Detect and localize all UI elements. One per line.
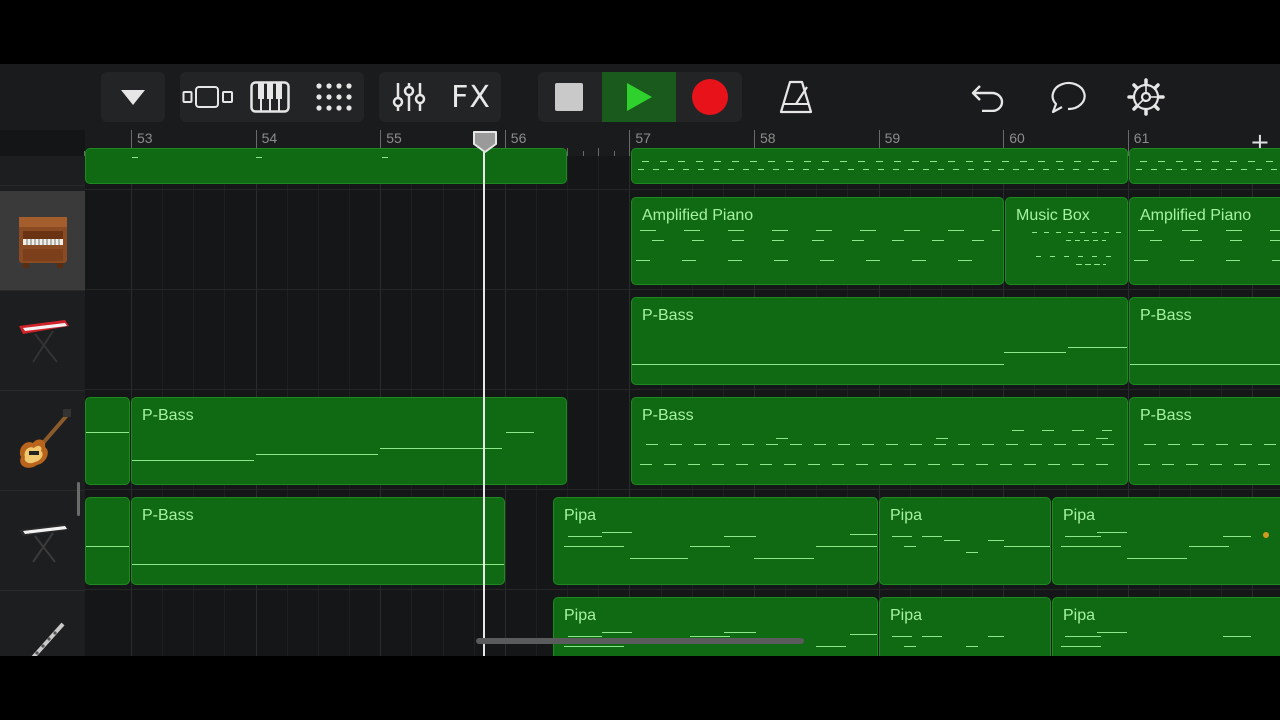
region-label: P-Bass [642, 307, 694, 324]
bar-number-label: 56 [510, 130, 527, 146]
region-label: Amplified Piano [642, 207, 754, 224]
metronome-icon[interactable] [770, 72, 822, 122]
bar-number-label: 57 [635, 130, 651, 146]
region-p-bass-row4[interactable]: P-Bass [131, 497, 505, 585]
region-pipa-row5-b[interactable]: Pipa [879, 597, 1051, 656]
view-button-group [180, 72, 364, 122]
grid-icon[interactable] [304, 72, 364, 122]
region-pipa-row4-b[interactable]: Pipa [879, 497, 1051, 585]
bar-number-label: 58 [760, 130, 776, 146]
tracks-view-icon[interactable] [180, 72, 240, 122]
play-icon[interactable] [602, 72, 676, 122]
region-label: Amplified Piano [1140, 207, 1252, 224]
letterbox-top [0, 0, 1280, 64]
bar-number-label: 60 [1009, 130, 1025, 146]
loop-icon[interactable] [1042, 72, 1094, 122]
region-label: Pipa [1063, 507, 1096, 524]
flute-icon [30, 622, 64, 656]
mix-button-group: FX [379, 72, 501, 122]
upright-piano-icon [18, 216, 67, 268]
region-top-right[interactable] [1129, 148, 1280, 184]
beat-tick [598, 148, 600, 156]
playhead-handle[interactable] [472, 130, 498, 159]
transport-controls [538, 72, 742, 122]
track-header-electric-bass[interactable] [0, 391, 85, 491]
region-music-box[interactable]: Music Box [1005, 197, 1128, 285]
region-label: Music Box [1016, 207, 1090, 224]
region-keys-fragment[interactable] [85, 497, 130, 585]
region-amplified-piano-2[interactable]: Amplified Piano [1129, 197, 1280, 285]
region-label: Pipa [564, 607, 597, 624]
record-icon[interactable] [678, 72, 742, 122]
triangle-down-icon [101, 72, 165, 122]
horizontal-scrollbar[interactable] [476, 638, 804, 644]
garageband-tracks-view: FX 53 54 55 56 57 58 59 60 61 + Amplifie… [0, 64, 1280, 656]
stand-keyboard-icon [18, 523, 69, 563]
regions-lane-area: Amplified Piano Music Box Amplified Pian… [85, 148, 1280, 656]
settings-icon[interactable] [1120, 72, 1172, 122]
track-header-red-keyboard[interactable] [0, 291, 85, 391]
track-header-flute[interactable] [0, 591, 85, 656]
bar-number-label: 59 [884, 130, 901, 146]
keyboard-icon[interactable] [242, 72, 298, 122]
stop-icon[interactable] [538, 72, 600, 122]
track-header-synth[interactable] [0, 86, 85, 186]
region-label: P-Bass [142, 407, 194, 424]
marker-dot [1263, 532, 1269, 538]
track-header-stand-keyboard[interactable] [0, 491, 85, 591]
region-label: Pipa [890, 507, 923, 524]
mixer-icon[interactable] [379, 72, 439, 122]
region-p-bass-row2-b[interactable]: P-Bass [1129, 297, 1280, 385]
beat-tick [567, 148, 569, 156]
region-pipa-row5-a[interactable]: Pipa [553, 597, 878, 656]
bar-number-label: 55 [386, 130, 402, 146]
region-p-bass-row3-c[interactable]: P-Bass [1129, 397, 1280, 485]
region-pipa-row4-a[interactable]: Pipa [553, 497, 878, 585]
bar-number-label: 54 [261, 130, 278, 146]
region-label: Pipa [890, 607, 923, 624]
track-headers [0, 156, 85, 656]
region-pipa-row4-c[interactable]: Pipa [1052, 497, 1280, 585]
electric-bass-icon [19, 408, 71, 468]
undo-icon[interactable] [962, 72, 1014, 122]
region-p-bass-row3-b[interactable]: P-Bass [631, 397, 1128, 485]
region-pipa-row5-c[interactable]: Pipa [1052, 597, 1280, 656]
region-bass-fragment[interactable] [85, 397, 130, 485]
bar-number-label: 61 [1133, 130, 1150, 146]
region-p-bass-row2-a[interactable]: P-Bass [631, 297, 1128, 385]
region-amplified-piano-1[interactable]: Amplified Piano [631, 197, 1004, 285]
region-label: P-Bass [642, 407, 694, 424]
region-label: P-Bass [1140, 407, 1192, 424]
region-label: P-Bass [142, 507, 194, 524]
bar-number-label: 53 [137, 130, 153, 146]
region-label: P-Bass [1140, 307, 1192, 324]
region-top-mid[interactable] [631, 148, 1128, 184]
track-header-upright-piano[interactable] [0, 191, 85, 291]
red-keyboard-icon [18, 319, 69, 363]
playhead-line [483, 146, 485, 656]
browser-button[interactable] [101, 72, 165, 122]
vertical-scrollbar[interactable] [77, 482, 80, 516]
region-p-bass-row3-a[interactable]: P-Bass [131, 397, 567, 485]
fx-icon[interactable]: FX [441, 72, 501, 122]
region-label: Pipa [1063, 607, 1096, 624]
tracks-area: Amplified Piano Music Box Amplified Pian… [0, 148, 1280, 656]
letterbox-bottom [0, 656, 1280, 720]
region-label: Pipa [564, 507, 597, 524]
toolbar: FX [0, 64, 1280, 130]
